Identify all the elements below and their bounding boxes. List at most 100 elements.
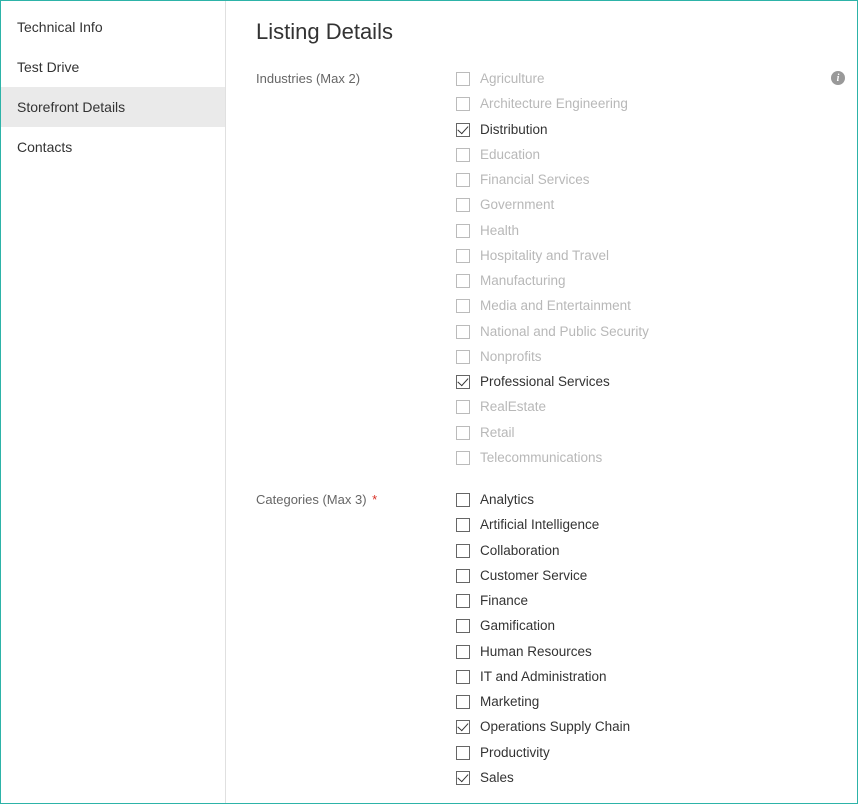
check-item[interactable]: Operations Supply Chain: [456, 717, 827, 737]
check-item: Telecommunications: [456, 448, 827, 468]
check-item[interactable]: Gamification: [456, 616, 827, 636]
checkbox-icon[interactable]: [456, 569, 470, 583]
sidebar-item-label: Contacts: [17, 139, 72, 155]
checkbox-icon: [456, 224, 470, 238]
check-item[interactable]: Finance: [456, 591, 827, 611]
categories-list: Analytics Artificial Intelligence Collabor…: [456, 490, 827, 788]
checkbox-icon[interactable]: [456, 594, 470, 608]
sidebar-item-technical-info[interactable]: Technical Info: [1, 7, 225, 47]
sidebar-item-test-drive[interactable]: Test Drive: [1, 47, 225, 87]
sidebar-item-label: Storefront Details: [17, 99, 125, 115]
industries-label-text: Industries (Max 2): [256, 71, 360, 86]
check-item: Nonprofits: [456, 347, 827, 367]
check-item-label: IT and Administration: [480, 667, 607, 687]
checkbox-icon: [456, 173, 470, 187]
checkbox-icon[interactable]: [456, 493, 470, 507]
check-item-label: Productivity: [480, 743, 550, 763]
checkbox-checked-icon[interactable]: [456, 123, 470, 137]
checkbox-checked-icon[interactable]: [456, 771, 470, 785]
check-item[interactable]: Professional Services: [456, 372, 827, 392]
checkbox-icon: [456, 274, 470, 288]
check-item-label: Manufacturing: [480, 271, 566, 291]
checkbox-icon[interactable]: [456, 544, 470, 558]
checkbox-icon[interactable]: [456, 619, 470, 633]
check-item[interactable]: Artificial Intelligence: [456, 515, 827, 535]
check-item[interactable]: Distribution: [456, 120, 827, 140]
checkbox-icon: [456, 325, 470, 339]
industries-list: Agriculture Architecture Engineering Distr…: [456, 69, 827, 468]
check-item-label: Professional Services: [480, 372, 610, 392]
check-item-label: Government: [480, 195, 554, 215]
check-item: RealEstate: [456, 397, 827, 417]
checkbox-icon: [456, 72, 470, 86]
app-frame: Technical Info Test Drive Storefront Detai…: [0, 0, 858, 804]
checkbox-icon: [456, 97, 470, 111]
check-item-label: Analytics: [480, 490, 534, 510]
info-icon[interactable]: i: [831, 71, 845, 85]
checkbox-icon[interactable]: [456, 518, 470, 532]
check-item-label: Financial Services: [480, 170, 590, 190]
check-item-label: Gamification: [480, 616, 555, 636]
check-item-label: Education: [480, 145, 540, 165]
checkbox-icon[interactable]: [456, 746, 470, 760]
sidebar-item-label: Test Drive: [17, 59, 79, 75]
check-item-label: Retail: [480, 423, 515, 443]
check-item[interactable]: IT and Administration: [456, 667, 827, 687]
check-item[interactable]: Collaboration: [456, 541, 827, 561]
sidebar: Technical Info Test Drive Storefront Detai…: [1, 1, 226, 803]
checkbox-icon: [456, 299, 470, 313]
check-item: Hospitality and Travel: [456, 246, 827, 266]
industries-body: Agriculture Architecture Engineering Distr…: [456, 69, 827, 468]
check-item[interactable]: Analytics: [456, 490, 827, 510]
checkbox-checked-icon[interactable]: [456, 720, 470, 734]
check-item[interactable]: Sales: [456, 768, 827, 788]
check-item[interactable]: Marketing: [456, 692, 827, 712]
check-item-label: Media and Entertainment: [480, 296, 631, 316]
check-item: National and Public Security: [456, 322, 827, 342]
checkbox-icon: [456, 198, 470, 212]
checkbox-icon[interactable]: [456, 695, 470, 709]
check-item-label: Distribution: [480, 120, 548, 140]
sidebar-item-label: Technical Info: [17, 19, 103, 35]
checkbox-icon: [456, 350, 470, 364]
sidebar-item-storefront-details[interactable]: Storefront Details: [1, 87, 225, 127]
check-item-label: Telecommunications: [480, 448, 602, 468]
check-item[interactable]: Human Resources: [456, 642, 827, 662]
sidebar-item-contacts[interactable]: Contacts: [1, 127, 225, 167]
check-item-label: Hospitality and Travel: [480, 246, 609, 266]
categories-label-text: Categories (Max 3): [256, 492, 367, 507]
check-item-label: Marketing: [480, 692, 539, 712]
check-item-label: RealEstate: [480, 397, 546, 417]
check-item: Manufacturing: [456, 271, 827, 291]
check-item[interactable]: Customer Service: [456, 566, 827, 586]
checkbox-icon[interactable]: [456, 645, 470, 659]
check-item: Architecture Engineering: [456, 94, 827, 114]
categories-label: Categories (Max 3) *: [256, 490, 456, 507]
page-title: Listing Details: [256, 19, 827, 45]
checkbox-icon: [456, 400, 470, 414]
check-item: Government: [456, 195, 827, 215]
check-item-label: Health: [480, 221, 519, 241]
checkbox-icon: [456, 426, 470, 440]
check-item: Education: [456, 145, 827, 165]
check-item: Financial Services: [456, 170, 827, 190]
check-item: Retail: [456, 423, 827, 443]
main-panel: Listing Details Industries (Max 2) Agric…: [226, 1, 857, 803]
check-item[interactable]: Productivity: [456, 743, 827, 763]
check-item: Media and Entertainment: [456, 296, 827, 316]
check-item-label: Customer Service: [480, 566, 587, 586]
field-industries: Industries (Max 2) Agriculture Architectu…: [256, 69, 827, 468]
check-item-label: Artificial Intelligence: [480, 515, 599, 535]
checkbox-icon: [456, 148, 470, 162]
industries-label: Industries (Max 2): [256, 69, 456, 86]
check-item-label: Finance: [480, 591, 528, 611]
check-item-label: Nonprofits: [480, 347, 542, 367]
checkbox-icon[interactable]: [456, 670, 470, 684]
check-item: Agriculture: [456, 69, 827, 89]
check-item-label: Sales: [480, 768, 514, 788]
check-item-label: Operations Supply Chain: [480, 717, 630, 737]
check-item-label: Agriculture: [480, 69, 545, 89]
check-item: Health: [456, 221, 827, 241]
categories-body: Analytics Artificial Intelligence Collabor…: [456, 490, 827, 788]
checkbox-checked-icon[interactable]: [456, 375, 470, 389]
